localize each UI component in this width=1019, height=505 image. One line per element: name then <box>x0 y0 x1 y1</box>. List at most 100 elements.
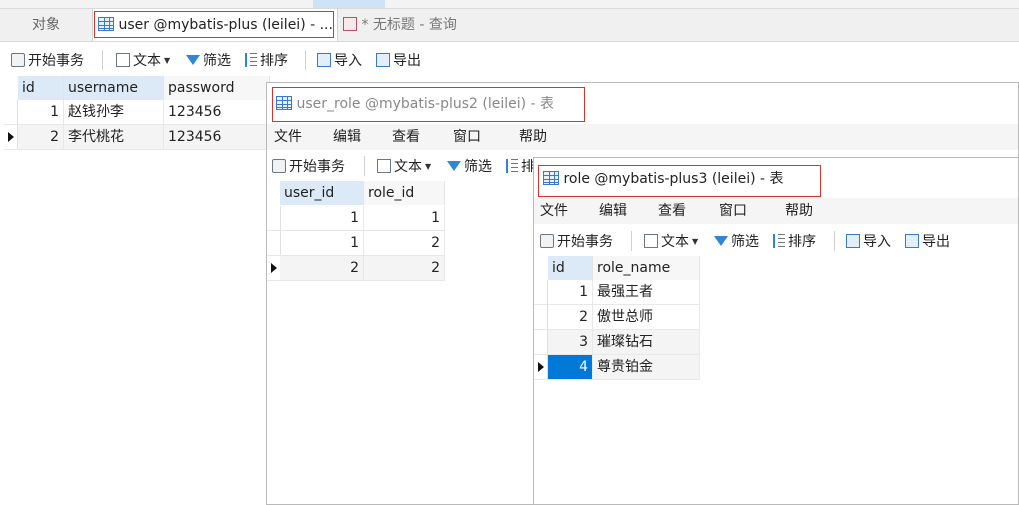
filter-button[interactable]: 筛选 <box>186 50 231 70</box>
menu-view[interactable]: 查看 <box>658 198 686 224</box>
column-header-role-name[interactable]: role_name <box>593 256 700 280</box>
sort-icon <box>773 234 785 248</box>
filter-icon <box>714 236 728 246</box>
cell-role-name[interactable]: 尊贵铂金 <box>593 355 700 380</box>
filter-icon <box>447 161 461 171</box>
filter-button[interactable]: 筛选 <box>447 156 492 176</box>
user-grid: id username password 1 赵钱孙李 123456 2 李代桃… <box>0 76 270 505</box>
role-grid: id role_name 1 最强王者 2 傲世总师 3 璀璨钻石 4 尊贵铂金 <box>534 256 734 386</box>
separator <box>631 231 632 251</box>
cell-password[interactable]: 123456 <box>164 100 270 125</box>
tab-untitled-query[interactable]: * 无标题 - 查询 <box>338 9 587 41</box>
tab-objects[interactable]: 对象 <box>0 9 92 41</box>
cell-user-id[interactable]: 2 <box>280 256 364 281</box>
caret-down-icon: ▼ <box>164 55 171 65</box>
row-marker[interactable] <box>534 280 548 305</box>
row-marker[interactable] <box>267 206 281 231</box>
column-header-password[interactable]: password <box>164 76 270 100</box>
export-icon <box>905 234 919 248</box>
sort-button[interactable]: 排序 <box>245 50 288 70</box>
role-window[interactable]: role @mybatis-plus3 (leilei) - 表 文件 编辑 查… <box>533 157 1019 505</box>
cell-user-id[interactable]: 1 <box>280 231 364 256</box>
active-top-menu[interactable] <box>313 0 385 8</box>
cell-role-id[interactable]: 2 <box>364 256 445 281</box>
top-menu-strip <box>0 0 1019 9</box>
begin-transaction-button[interactable]: 开始事务 <box>540 231 613 251</box>
menu-view[interactable]: 查看 <box>392 124 420 150</box>
cell-role-name[interactable]: 璀璨钻石 <box>593 330 700 355</box>
transaction-icon <box>11 53 25 67</box>
text-view-button[interactable]: 文本 ▼ <box>377 156 431 176</box>
menu-help[interactable]: 帮助 <box>785 198 813 224</box>
text-view-button[interactable]: 文本 ▼ <box>116 50 170 70</box>
row-marker[interactable] <box>267 231 281 256</box>
row-marker[interactable] <box>4 100 18 125</box>
cell-role-id[interactable]: 2 <box>364 231 445 256</box>
menu-help[interactable]: 帮助 <box>519 124 547 150</box>
filter-button[interactable]: 筛选 <box>714 231 759 251</box>
menu-file[interactable]: 文件 <box>540 198 568 224</box>
transaction-icon <box>272 159 286 173</box>
sort-button[interactable]: 排 <box>506 156 535 176</box>
column-header-user-id[interactable]: user_id <box>280 181 364 205</box>
main-toolbar: 开始事务 文本 ▼ 筛选 排序 导入 导出 <box>0 42 1019 78</box>
cell-id[interactable]: 1 <box>18 100 64 125</box>
filter-icon <box>186 55 200 65</box>
current-row-arrow-icon <box>271 263 277 273</box>
cell-id[interactable]: 2 <box>548 305 593 330</box>
row-marker-current[interactable] <box>4 125 18 150</box>
begin-transaction-button[interactable]: 开始事务 <box>272 156 345 176</box>
row-marker-current[interactable] <box>534 355 548 380</box>
import-button[interactable]: 导入 <box>317 50 362 70</box>
cell-username[interactable]: 赵钱孙李 <box>64 100 164 125</box>
menu-bar: 文件 编辑 查看 窗口 帮助 <box>534 198 1018 224</box>
query-icon <box>343 17 357 31</box>
sort-icon <box>506 159 518 173</box>
row-marker[interactable] <box>534 330 548 355</box>
menu-edit[interactable]: 编辑 <box>599 198 627 224</box>
cell-password[interactable]: 123456 <box>164 125 270 150</box>
title-highlight <box>272 87 585 122</box>
cell-id[interactable]: 1 <box>548 280 593 305</box>
begin-transaction-button[interactable]: 开始事务 <box>11 50 84 70</box>
menu-window[interactable]: 窗口 <box>453 124 481 150</box>
cell-id[interactable]: 3 <box>548 330 593 355</box>
document-icon <box>644 234 658 248</box>
caret-down-icon: ▼ <box>425 161 432 171</box>
export-icon <box>376 53 390 67</box>
transaction-icon <box>540 234 554 248</box>
cell-role-name[interactable]: 最强王者 <box>593 280 700 305</box>
column-header-id[interactable]: id <box>548 256 593 280</box>
import-button[interactable]: 导入 <box>846 231 891 251</box>
export-button[interactable]: 导出 <box>376 50 421 70</box>
current-row-arrow-icon <box>538 362 544 372</box>
title-highlight <box>538 165 821 197</box>
separator <box>305 50 306 70</box>
import-icon <box>846 234 860 248</box>
export-button[interactable]: 导出 <box>905 231 950 251</box>
cell-username[interactable]: 李代桃花 <box>64 125 164 150</box>
column-header-id[interactable]: id <box>18 76 64 100</box>
column-header-role-id[interactable]: role_id <box>364 181 445 205</box>
menu-file[interactable]: 文件 <box>274 124 302 150</box>
separator <box>102 50 103 70</box>
cell-role-id[interactable]: 1 <box>364 206 445 231</box>
column-header-username[interactable]: username <box>64 76 164 100</box>
cell-user-id[interactable]: 1 <box>280 206 364 231</box>
cell-id[interactable]: 2 <box>18 125 64 150</box>
document-icon <box>116 53 130 67</box>
current-row-arrow-icon <box>8 132 14 142</box>
caret-down-icon: ▼ <box>692 236 699 246</box>
separator <box>834 231 835 251</box>
menu-edit[interactable]: 编辑 <box>333 124 361 150</box>
cell-role-name[interactable]: 傲世总师 <box>593 305 700 330</box>
toolbar: 开始事务 文本 ▼ 筛选 排序 导入 导出 <box>534 228 1018 256</box>
row-marker[interactable] <box>534 305 548 330</box>
text-view-button[interactable]: 文本 ▼ <box>644 231 698 251</box>
separator <box>364 156 365 176</box>
menu-window[interactable]: 窗口 <box>719 198 747 224</box>
sort-icon <box>245 53 257 67</box>
cell-id-selected[interactable]: 4 <box>548 355 593 380</box>
row-marker-current[interactable] <box>267 256 281 281</box>
sort-button[interactable]: 排序 <box>773 231 816 251</box>
